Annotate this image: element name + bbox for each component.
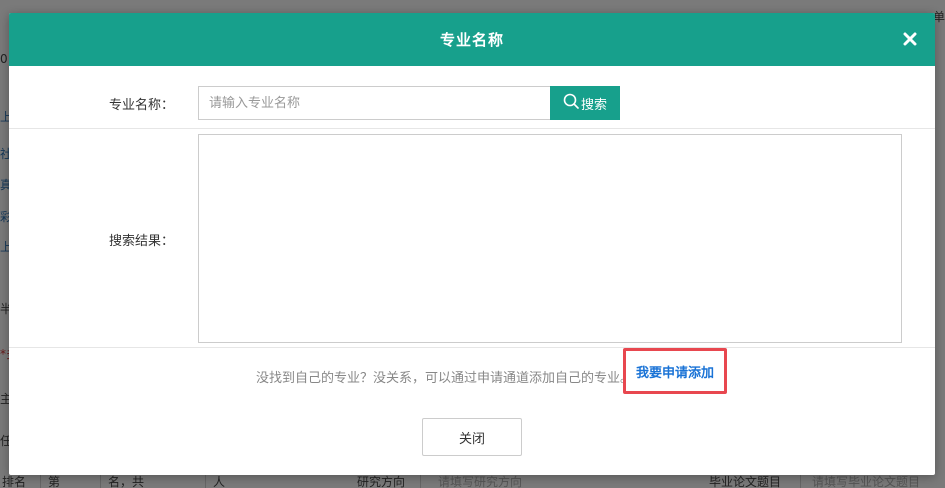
search-button[interactable]: 搜索 bbox=[550, 86, 620, 120]
search-button-label: 搜索 bbox=[580, 97, 607, 113]
search-results-box[interactable] bbox=[198, 134, 902, 343]
close-icon[interactable] bbox=[899, 28, 921, 50]
search-results-label: 搜索结果： bbox=[109, 234, 175, 249]
dialog-header: 专业名称 bbox=[9, 13, 935, 66]
apply-hint-text: 没找到自己的专业？没关系，可以通过申请通道添加自己的专业。 bbox=[255, 371, 633, 386]
major-name-dialog: 专业名称 专业名称： 搜索 搜索结果： 没找到自己的专业？没关系，可以通过申请通… bbox=[9, 13, 935, 475]
results-row: 搜索结果： bbox=[9, 129, 935, 348]
close-button[interactable]: 关闭 bbox=[422, 418, 522, 456]
apply-add-link[interactable]: 我要申请添加 bbox=[636, 362, 714, 381]
apply-hint-row: 没找到自己的专业？没关系，可以通过申请通道添加自己的专业。 我要申请添加 bbox=[9, 348, 935, 398]
major-name-input[interactable] bbox=[198, 86, 550, 120]
major-name-label: 专业名称： bbox=[109, 98, 175, 113]
dialog-title: 专业名称 bbox=[439, 31, 504, 49]
search-icon bbox=[563, 93, 579, 113]
apply-link-highlight: 我要申请添加 bbox=[623, 348, 727, 394]
search-row: 专业名称： 搜索 bbox=[9, 66, 935, 129]
